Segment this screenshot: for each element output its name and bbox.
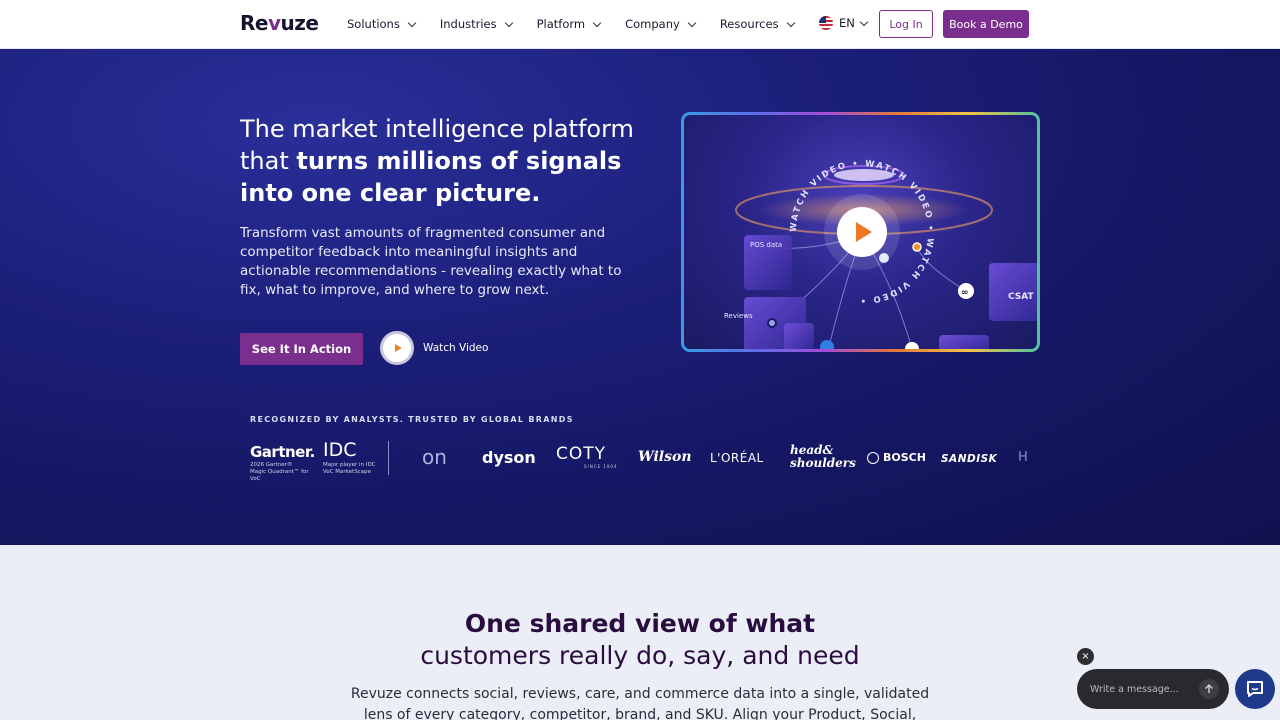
login-button[interactable]: Log In <box>879 10 933 38</box>
watch-video-label: Watch Video <box>423 342 489 354</box>
chevron-down-icon <box>504 18 513 27</box>
idc-caption: Major player in IDC VoC MarketScape <box>323 462 376 475</box>
on-logo: on <box>422 445 447 469</box>
bosch-label: BOSCH <box>883 451 926 464</box>
loreal-logo: L'ORÉAL <box>710 451 764 465</box>
play-icon[interactable] <box>380 331 414 365</box>
send-arrow-icon[interactable] <box>1199 679 1219 699</box>
revuze-logo[interactable]: Revuze <box>240 11 319 35</box>
book-demo-button[interactable]: Book a Demo <box>943 10 1029 38</box>
chat-close-button[interactable]: × <box>1077 648 1094 665</box>
video-illustration: POS data Reviews CSAT ∞ WATCH VIDEO • WA <box>724 159 1037 349</box>
menu-resources[interactable]: Resources <box>719 17 795 31</box>
us-flag-icon <box>819 16 833 30</box>
language-label: EN <box>839 16 855 30</box>
menu-label: Company <box>625 17 680 31</box>
sandisk-logo: SANDISK <box>941 453 998 465</box>
video-artwork: POS data Reviews CSAT ∞ WATCH VIDEO • WA <box>684 115 1037 349</box>
watch-video-link[interactable]: Watch Video <box>380 331 488 365</box>
section-title-line1: One shared view of what <box>464 609 816 638</box>
gartner-caption: 2026 Gartner® Magic Quadrant™ for VoC <box>250 462 309 482</box>
menu-solutions[interactable]: Solutions <box>347 17 417 31</box>
wilson-logo: Wilson <box>638 449 692 465</box>
gartner-logo: Gartner. <box>250 443 315 461</box>
chevron-down-icon <box>859 17 869 26</box>
partial-brand-logo: H <box>1018 450 1028 465</box>
menu-label: Industries <box>439 17 497 31</box>
svg-text:∞: ∞ <box>961 288 969 298</box>
chevron-down-icon <box>592 18 602 27</box>
video-thumbnail[interactable]: POS data Reviews CSAT ∞ WATCH VIDEO • WA <box>681 112 1040 352</box>
section-description: Revuze connects social, reviews, care, a… <box>350 686 930 720</box>
chevron-down-icon <box>786 18 795 27</box>
logo-divider <box>388 441 389 475</box>
coty-caption: SINCE 1904 <box>584 464 618 469</box>
reviews-label: Reviews <box>724 312 753 320</box>
chevron-down-icon <box>407 18 417 27</box>
analysts-heading: RECOGNIZED BY ANALYSTS. TRUSTED BY GLOBA… <box>250 415 574 424</box>
menu-label: Resources <box>719 17 779 31</box>
csat-label: CSAT <box>1008 292 1035 302</box>
dyson-logo: dyson <box>482 448 536 467</box>
chevron-down-icon <box>687 18 697 27</box>
menu-industries[interactable]: Industries <box>439 17 513 31</box>
coty-logo: COTY <box>556 444 607 464</box>
chat-input[interactable]: Write a message... <box>1090 684 1179 695</box>
head-shoulders-logo: head& shoulders <box>790 443 856 470</box>
bosch-ring-icon <box>867 451 879 464</box>
language-selector[interactable]: EN <box>819 16 869 30</box>
menu-label: Solutions <box>347 17 400 31</box>
see-in-action-button[interactable]: See It In Action <box>240 333 363 365</box>
main-menu: Solutions Industries Platform Company Re… <box>347 0 819 48</box>
hero-description: Transform vast amounts of fragmented con… <box>240 225 622 298</box>
menu-label: Platform <box>536 17 586 31</box>
menu-company[interactable]: Company <box>625 17 697 31</box>
menu-platform[interactable]: Platform <box>536 17 602 31</box>
chat-launcher-icon[interactable] <box>1235 669 1275 709</box>
pos-data-label: POS data <box>750 241 782 249</box>
idc-logo: IDC <box>323 439 357 461</box>
top-navigation: Revuze Solutions Industries Platform Com… <box>0 0 1280 49</box>
hero-title-bold: turns millions of signals into one clear… <box>240 147 622 207</box>
chat-message-box[interactable]: Write a message... <box>1077 669 1229 709</box>
bosch-logo: BOSCH <box>867 451 926 464</box>
brand-logo-strip: Gartner. 2026 Gartner® Magic Quadrant™ f… <box>250 439 1040 482</box>
hero-title: The market intelligence platform that tu… <box>240 113 640 209</box>
hero-section: The market intelligence platform that tu… <box>0 49 1280 545</box>
